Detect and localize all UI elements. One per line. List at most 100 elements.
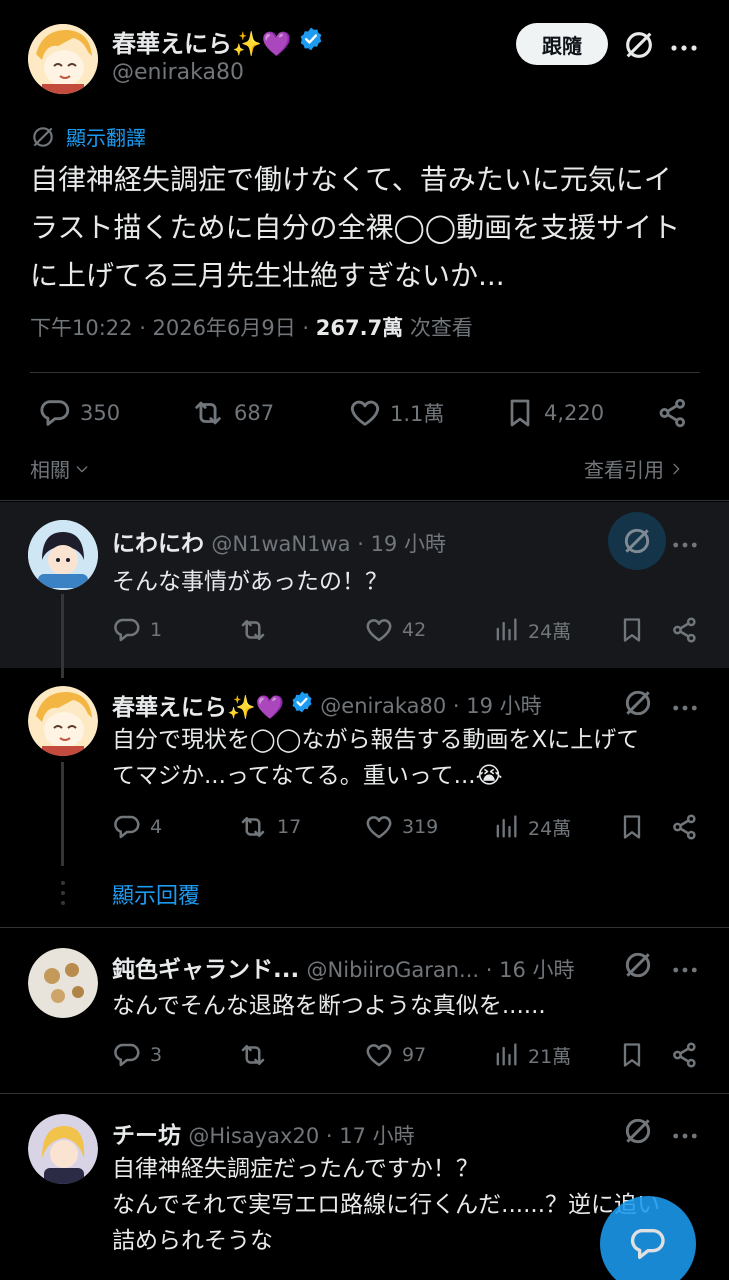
more-icon[interactable] xyxy=(672,698,698,717)
grok-icon[interactable] xyxy=(622,28,656,66)
bookmark-icon xyxy=(623,1043,641,1067)
share-icon xyxy=(659,398,686,428)
reply-author-handle[interactable]: @NibiiroGaran... · 16 小時 xyxy=(307,958,575,982)
bookmark-button[interactable] xyxy=(618,1040,646,1074)
avatar[interactable] xyxy=(28,1114,98,1184)
views-button[interactable]: 24萬 xyxy=(492,615,571,645)
reply-author-name[interactable]: にわにわ xyxy=(112,531,204,557)
bookmark-button[interactable] xyxy=(618,812,646,846)
tweet-text-line: 自律神経失調症で働けなくて、昔みたいに元気にイ xyxy=(30,163,672,196)
bookmark-button[interactable]: 4,220 xyxy=(504,396,604,430)
share-icon xyxy=(673,814,696,840)
chevron-right-icon xyxy=(673,463,680,474)
retweet-icon xyxy=(241,620,265,640)
retweet-button[interactable] xyxy=(237,615,277,645)
related-dropdown[interactable]: 相關 xyxy=(30,454,90,483)
reply-text: 自律神経失調症だったんですか！？ なんでそれで実写エロ路線に行くんだ......… xyxy=(112,1151,660,1259)
like-count: 42 xyxy=(402,619,427,641)
bookmark-icon xyxy=(623,618,641,642)
grok-icon[interactable] xyxy=(622,949,654,985)
avatar[interactable] xyxy=(28,520,98,590)
reply-author-name[interactable]: チー坊 xyxy=(112,1123,181,1149)
share-button[interactable] xyxy=(670,1040,700,1074)
retweet-button[interactable] xyxy=(237,1040,277,1070)
author-name[interactable]: 春華えにら✨💜 xyxy=(112,24,292,59)
retweet-button[interactable]: 17 xyxy=(237,812,301,842)
reply-button[interactable]: 4 xyxy=(112,812,162,842)
share-icon xyxy=(673,1042,696,1068)
view-count: 24萬 xyxy=(528,817,572,840)
compose-reply-button[interactable] xyxy=(600,1196,696,1280)
reply-author-handle[interactable]: @eniraka80 · 19 小時 xyxy=(320,690,541,720)
reply-button[interactable]: 350 xyxy=(38,396,120,430)
related-label: 相關 xyxy=(30,458,70,482)
share-button[interactable] xyxy=(656,396,690,434)
divider xyxy=(0,500,729,501)
retweet-icon xyxy=(241,1045,265,1065)
translate-icon xyxy=(33,126,53,147)
bookmark-button[interactable] xyxy=(618,615,646,649)
avatar[interactable] xyxy=(28,24,98,94)
reply-text-line: 自分で現状を◯◯ながら報告する動画をXに上げて xyxy=(112,727,640,753)
reply-text-line: なんでそれで実写エロ路線に行くんだ......？逆に追い xyxy=(112,1192,661,1218)
reply-text-line: 自律神経失調症だったんですか！？ xyxy=(112,1156,479,1182)
reply-author-handle[interactable]: @Hisayax20 · 17 小時 xyxy=(188,1124,414,1148)
share-button[interactable] xyxy=(670,615,700,649)
like-button[interactable]: 97 xyxy=(364,1040,426,1070)
author-handle[interactable]: @eniraka80 xyxy=(112,60,244,85)
reply-button[interactable]: 3 xyxy=(112,1040,162,1070)
more-icon[interactable] xyxy=(670,38,698,57)
grok-icon[interactable] xyxy=(622,1115,654,1151)
reply-count: 3 xyxy=(150,1044,163,1066)
follow-button[interactable]: 跟隨 xyxy=(516,23,608,65)
follow-button-label: 跟隨 xyxy=(542,33,582,58)
like-button[interactable]: 1.1萬 xyxy=(348,396,444,430)
heart-icon xyxy=(366,816,392,839)
tweet-text: 自律神経失調症で働けなくて、昔みたいに元気にイ ラスト描くために自分の全裸◯◯動… xyxy=(30,156,680,300)
translate-link[interactable]: 顯示翻譯 xyxy=(30,122,146,151)
heart-icon xyxy=(350,400,380,426)
reply-author-name[interactable]: 春華えにら✨💜 xyxy=(112,688,284,722)
more-icon[interactable] xyxy=(672,535,698,554)
translate-label: 顯示翻譯 xyxy=(66,126,146,150)
more-icon[interactable] xyxy=(672,1126,698,1145)
tweet-text-line: に上げてる三月先生壮絶すぎないか... xyxy=(30,259,505,292)
view-quotes-link[interactable]: 查看引用 xyxy=(584,454,684,483)
bookmark-icon xyxy=(623,815,641,839)
grok-icon[interactable] xyxy=(608,512,666,570)
tweet-timestamp[interactable]: 下午10:22 · 2026年6月9日 · xyxy=(30,316,316,340)
retweet-icon xyxy=(241,817,265,837)
reply-button[interactable]: 1 xyxy=(112,615,162,645)
reply-text: 自分で現状を◯◯ながら報告する動画をXに上げて てマジか...ってなてる。重いっ… xyxy=(112,722,639,794)
share-button[interactable] xyxy=(670,812,700,846)
like-button[interactable]: 42 xyxy=(364,615,426,645)
views-button[interactable]: 21萬 xyxy=(492,1040,571,1070)
view-label: 次查看 xyxy=(403,316,473,340)
reply-author-name[interactable]: 鈍色ギャランド... xyxy=(112,957,299,983)
show-replies-link[interactable]: 顯示回覆 xyxy=(112,878,200,910)
reply-text-line: てマジか...ってなてる。重いって...😭 xyxy=(112,763,503,789)
divider xyxy=(0,927,729,928)
analytics-icon xyxy=(496,1043,517,1066)
tweet-text-line: ラスト描くために自分の全裸◯◯動画を支援サイト xyxy=(30,211,681,244)
reply-icon xyxy=(114,618,140,642)
divider xyxy=(30,372,700,373)
reply-text: そんな事情があったの！？ xyxy=(112,569,388,595)
retweet-count: 17 xyxy=(277,816,302,838)
views-button[interactable]: 24萬 xyxy=(492,812,571,842)
bookmark-count: 4,220 xyxy=(544,401,605,425)
reply-author-handle[interactable]: @N1waN1wa · 19 小時 xyxy=(211,532,446,556)
avatar[interactable] xyxy=(28,948,98,1018)
avatar[interactable] xyxy=(28,686,98,756)
bookmark-icon xyxy=(510,399,530,427)
view-count: 24萬 xyxy=(528,620,572,643)
grok-icon[interactable] xyxy=(622,687,654,723)
analytics-icon xyxy=(496,815,517,838)
dotted-thread-icon xyxy=(58,880,68,914)
chevron-down-icon xyxy=(76,465,88,472)
retweet-button[interactable]: 687 xyxy=(190,396,274,430)
like-button[interactable]: 319 xyxy=(364,812,438,842)
view-count: 267.7萬 xyxy=(315,316,404,340)
like-count: 97 xyxy=(402,1044,427,1066)
more-icon[interactable] xyxy=(672,960,698,979)
